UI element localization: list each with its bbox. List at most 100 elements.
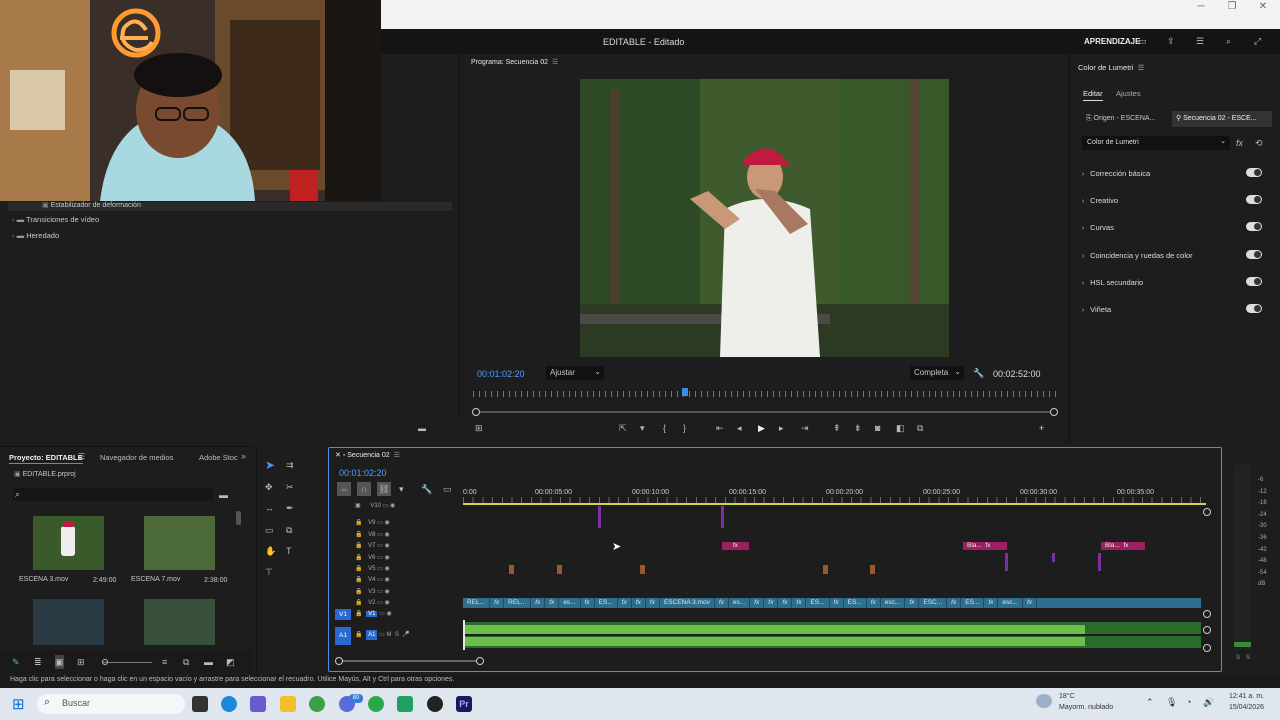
section-toggle[interactable] (1246, 304, 1262, 313)
close-icon[interactable]: ✕ (1248, 0, 1278, 14)
timeline-clip[interactable]: esc... (998, 598, 1023, 608)
vertical-scroll-handle[interactable] (1203, 508, 1211, 516)
pen-icon[interactable]: ✒ (286, 501, 294, 515)
icon-view-icon[interactable]: ▣ (55, 655, 64, 669)
graphic-clip[interactable] (640, 565, 645, 574)
timeline-clip[interactable]: fx (984, 598, 999, 608)
timeline-clip[interactable]: ES... (806, 598, 830, 608)
effects-item-transitions[interactable]: › ▬ Transiciones de vídeo (12, 215, 99, 224)
timeline-clip[interactable]: fx (867, 598, 881, 608)
track-matte-icon[interactable]: ⧉ (286, 523, 292, 537)
thumbnail[interactable] (144, 516, 215, 570)
graphic-clip[interactable] (823, 565, 828, 574)
premiere-icon[interactable]: Pr (456, 696, 472, 712)
rectangle-icon[interactable]: ▭ (265, 523, 274, 537)
effects-item-stabilizer[interactable]: ▣ Estabilizador de deformación (42, 201, 141, 209)
track-header-v7[interactable]: 🔒 V7 ▭ ◉ (355, 542, 390, 549)
track-header-a1[interactable]: 🔒 A1 ▭ M S 🎤 (355, 630, 410, 640)
obs-icon[interactable] (427, 696, 443, 712)
nest-icon[interactable]: ⇔ (337, 482, 351, 496)
weather-desc[interactable]: Mayorm. nublado (1059, 704, 1113, 711)
v2-clip-strip[interactable]: REL... fx REL... fx fx es... fx ES... fx fx fx ESCE… (463, 598, 1201, 608)
thumbnail[interactable] (144, 599, 215, 645)
captions-track-icon[interactable]: ▭ (443, 482, 452, 496)
section-toggle[interactable] (1246, 195, 1262, 204)
adjustment-clip[interactable]: Bla... fx (963, 542, 1007, 550)
search-icon[interactable]: ⌕ (1226, 34, 1231, 48)
thumbnail[interactable] (33, 516, 104, 570)
timeline-clip[interactable]: fx (581, 598, 595, 608)
more-tabs-icon[interactable]: » (241, 451, 246, 461)
tab-adobe-stock[interactable]: Adobe Stoc (199, 453, 239, 462)
timeline-clip[interactable]: esc... (881, 598, 906, 608)
section-vignette[interactable]: › Viñeta (1078, 303, 1111, 317)
windows-start-icon[interactable]: ⊞ (12, 695, 25, 713)
timeline-tab[interactable]: ✕ ▪ Secuencia 02 ☰ (335, 451, 400, 459)
add-marker-icon[interactable]: ▾ (399, 482, 404, 496)
folder-icon[interactable]: ▬ (204, 655, 213, 669)
clip-name[interactable]: ESCENA 7.mov (131, 576, 180, 583)
sequence-tab[interactable]: ⚲ Secuencia 02 - ESCE... (1172, 111, 1272, 127)
taskbar-search[interactable]: ⌕ Buscar (37, 694, 185, 714)
timeline-clip[interactable]: fx (531, 598, 546, 608)
marker-icon[interactable]: ▾ (640, 421, 645, 435)
purple-clip[interactable] (1052, 553, 1055, 562)
maximize-icon[interactable]: ❐ (1217, 0, 1247, 14)
timeline-clip[interactable]: fx (490, 598, 505, 608)
fullscreen-icon[interactable]: ⤢ (1254, 34, 1261, 48)
source-patch-v1[interactable]: V1 (335, 609, 351, 620)
edge-icon[interactable] (221, 696, 237, 712)
timeline-clip[interactable]: fx (750, 598, 765, 608)
go-to-in-icon[interactable]: ⇤ (716, 421, 724, 435)
audio-waveform[interactable] (463, 622, 1201, 648)
track-header-v9[interactable]: 🔒 V9 ▭ ◉ (355, 519, 390, 526)
program-timecode[interactable]: 00:01:02:20 (477, 369, 525, 379)
section-hsl[interactable]: › HSL secundario (1078, 276, 1143, 290)
playhead-marker[interactable] (682, 388, 688, 396)
whatsapp-icon[interactable] (368, 696, 384, 712)
playhead-line[interactable] (463, 620, 465, 650)
ripple-edit-icon[interactable]: ✥ (265, 480, 273, 494)
tab-ajustes[interactable]: Ajustes (1116, 89, 1141, 98)
step-back-icon[interactable]: ◂ (737, 421, 742, 435)
close-icon[interactable]: ✕ (335, 452, 341, 459)
track-header-v4[interactable]: 🔒 V4 ▭ ◉ (355, 576, 390, 583)
track-header-v2[interactable]: 🔒 V2 ▭ ◉ (355, 599, 390, 606)
app-icon[interactable] (397, 696, 413, 712)
section-curves[interactable]: › Curvas (1078, 221, 1114, 235)
sort-icon[interactable]: ≡ (162, 655, 167, 669)
wrench-icon[interactable]: 🔧 (973, 366, 984, 380)
timeline-clip[interactable]: ESC... (919, 598, 948, 608)
thumbnail[interactable] (33, 599, 104, 645)
graphic-clip[interactable] (509, 565, 514, 574)
track-header-v6[interactable]: 🔒 V6 ▭ ◉ (355, 554, 390, 561)
timeline-clip[interactable]: fx (830, 598, 844, 608)
section-toggle[interactable] (1246, 222, 1262, 231)
zoom-slider[interactable] (102, 662, 152, 663)
weather-temp[interactable]: 18°C (1059, 693, 1075, 700)
meter-solo-left[interactable]: S (1236, 655, 1240, 661)
workspace-label[interactable]: APRENDIZAJE (1084, 37, 1140, 46)
section-toggle[interactable] (1246, 168, 1262, 177)
effects-item-legacy[interactable]: › ▬ Heredado (12, 231, 59, 240)
section-basic[interactable]: › Corrección básica (1078, 167, 1150, 181)
new-bin-icon[interactable]: ▬ (418, 422, 426, 436)
scrollbar[interactable] (236, 511, 241, 525)
track-header-v5[interactable]: 🔒 V5 ▭ ◉ (355, 565, 390, 572)
quality-dropdown[interactable]: Completa ⌄ (910, 366, 964, 380)
minimize-icon[interactable]: ─ (1186, 0, 1216, 14)
timeline-timecode[interactable]: 00:01:02:20 (339, 468, 387, 478)
timeline-clip[interactable]: ES... (961, 598, 985, 608)
snap-icon[interactable]: ∩ (357, 482, 371, 496)
play-icon[interactable]: ▶ (758, 421, 765, 435)
fx-icon[interactable]: fx (1236, 136, 1243, 150)
purple-clip[interactable] (598, 506, 601, 528)
source-patch-a1[interactable]: A1 (335, 627, 351, 645)
clock-time[interactable]: 12:41 a. m. (1226, 693, 1264, 700)
compare-icon[interactable]: ◧ (896, 421, 905, 435)
timeline-clip[interactable]: ESCENA 3.mov (660, 598, 715, 608)
source-tab[interactable]: ⎘ Origen - ESCENA... (1084, 112, 1170, 126)
scroll-handle-right[interactable] (1050, 408, 1058, 416)
track-header-v3[interactable]: 🔒 V3 ▭ ◉ (355, 588, 390, 595)
share-icon[interactable]: ⇪ (1167, 34, 1175, 48)
